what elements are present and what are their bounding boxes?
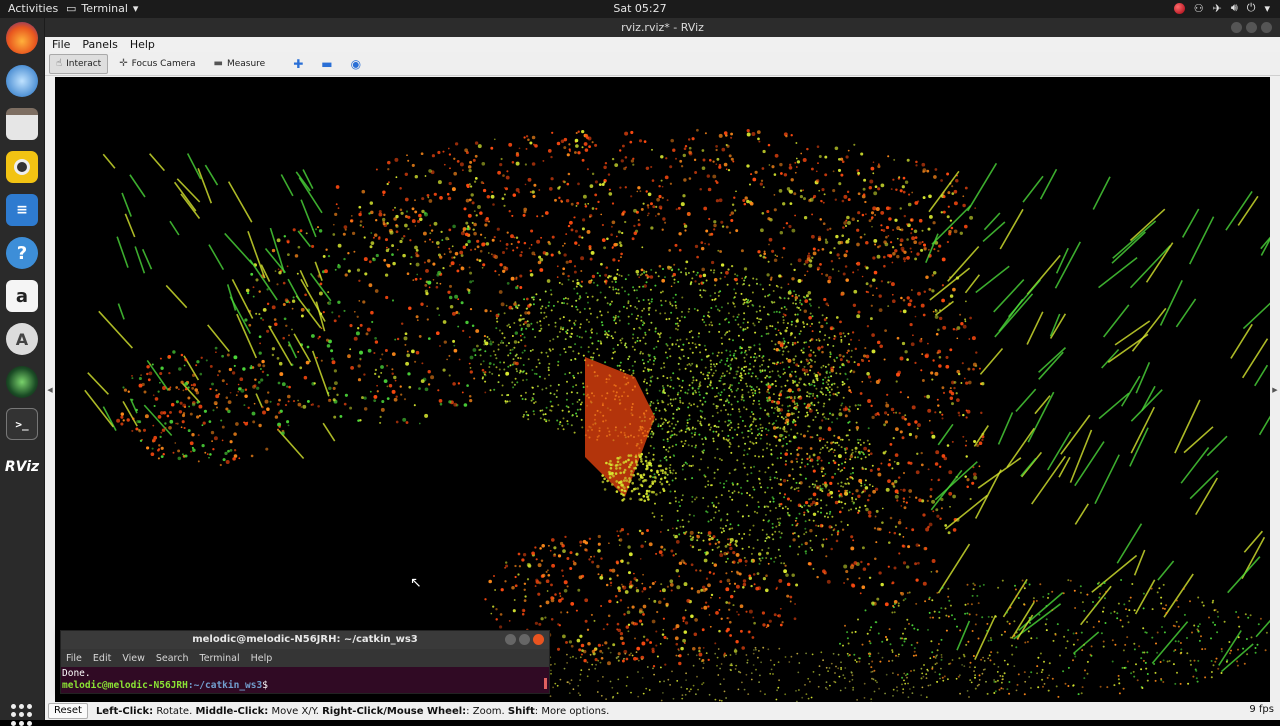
chevron-down-icon: ▾ [132, 2, 139, 15]
point-cloud [84, 128, 1270, 702]
left-panel-collapse-handle[interactable]: ◀ [45, 77, 55, 702]
menu-file[interactable]: File [52, 38, 70, 51]
window-controls [1231, 22, 1272, 33]
camera-type-button[interactable]: ◉ [344, 54, 368, 74]
hint-key-left: Left-Click: [95, 705, 154, 717]
software-updater-icon[interactable]: A [6, 323, 38, 355]
terminal-icon[interactable]: >_ [6, 408, 38, 440]
firefox-icon[interactable] [6, 22, 38, 54]
prompt-path: :~/catkin_ws3 [187, 680, 263, 691]
plus-icon: ✚ [293, 56, 304, 71]
hint-text-left: Rotate. [153, 705, 196, 717]
crosshair-icon: ✛ [119, 58, 128, 69]
recording-icon[interactable] [1173, 2, 1185, 14]
add-tool-button[interactable]: ✚ [286, 54, 310, 74]
top-bar: Activities ▭ Terminal ▾ Sat 05:27 ⚇ ✈ 🔊︎… [0, 0, 1280, 18]
hint-key-right: Right-Click/Mouse Wheel: [322, 705, 467, 717]
chevron-down-icon[interactable]: ▾ [1264, 2, 1270, 15]
terminal-title: melodic@melodic-N56JRH: ~/catkin_ws3 [192, 634, 418, 645]
terminal-window[interactable]: melodic@melodic-N56JRH: ~/catkin_ws3 Fil… [60, 630, 550, 694]
terminal-prompt-line: melodic@melodic-N56JRH:~/catkin_ws3$ [62, 680, 549, 692]
accessibility-icon[interactable]: ⚇ [1194, 2, 1204, 15]
terminal-menu-help[interactable]: Help [251, 653, 273, 664]
window-title-bar[interactable]: rviz.rviz* - RViz [45, 18, 1280, 37]
terminal-line: Done. [62, 668, 91, 679]
app-menu-label: Terminal [81, 2, 128, 15]
status-bar: Reset Left-Click: Rotate. Middle-Click: … [45, 702, 1280, 720]
fps-readout: 9 fps [1249, 704, 1274, 715]
interact-tool-button[interactable]: ☝ Interact [49, 53, 109, 74]
window-title: rviz.rviz* - RViz [621, 21, 704, 34]
maximize-icon[interactable] [519, 634, 530, 645]
prompt-user: melodic@melodic-N56JRH [62, 680, 188, 691]
hint-text-shift: : More options. [534, 705, 610, 717]
hint-text-right: : Zoom. [466, 705, 508, 717]
terminal-menu-bar: File Edit View Search Terminal Help [61, 649, 549, 667]
reset-button[interactable]: Reset [48, 703, 88, 719]
show-applications-icon[interactable] [11, 704, 33, 726]
hint-key-shift: Shift [507, 705, 535, 717]
minus-icon: ▬ [321, 56, 333, 71]
terminal-window-controls [505, 634, 544, 645]
menu-panels[interactable]: Panels [82, 38, 117, 51]
rhythmbox-icon[interactable] [6, 151, 38, 183]
app-menu[interactable]: ▭ Terminal ▾ [66, 2, 138, 15]
rviz-icon[interactable]: RViz [5, 451, 39, 483]
focus-camera-label: Focus Camera [131, 58, 196, 69]
minimize-icon[interactable] [505, 634, 516, 645]
amazon-icon[interactable]: a [6, 280, 38, 312]
remove-tool-button[interactable]: ▬ [314, 54, 339, 74]
clock[interactable]: Sat 05:27 [613, 2, 666, 15]
volume-icon[interactable]: 🔊︎ [1231, 1, 1238, 15]
thunderbird-icon[interactable] [6, 65, 38, 97]
airplane-icon[interactable]: ✈ [1213, 2, 1222, 15]
terminal-cursor [544, 678, 547, 689]
close-icon[interactable] [1261, 22, 1272, 33]
tool-bar: ☝ Interact ✛ Focus Camera ▬ Measure ✚ ▬ … [45, 52, 1280, 76]
terminal-menu-file[interactable]: File [66, 653, 82, 664]
terminal-title-bar[interactable]: melodic@melodic-N56JRH: ~/catkin_ws3 [61, 631, 549, 649]
hand-icon: ☝ [56, 58, 63, 69]
right-panel-collapse-handle[interactable]: ▶ [1270, 77, 1280, 702]
system-tray[interactable]: ⚇ ✈ 🔊︎ ⏻ ▾ [1173, 1, 1270, 15]
measure-label: Measure [226, 58, 266, 69]
focus-camera-button[interactable]: ✛ Focus Camera [112, 54, 202, 74]
terminal-menu-search[interactable]: Search [156, 653, 189, 664]
menu-bar: File Panels Help [45, 37, 1280, 52]
mouse-pointer-icon: ↖ [410, 575, 422, 591]
3d-viewport[interactable]: ↖ [55, 77, 1270, 702]
dock: ≡ ? a A >_ RViz [0, 18, 45, 726]
minimize-icon[interactable] [1231, 22, 1242, 33]
terminal-output[interactable]: Done. melodic@melodic-N56JRH:~/catkin_ws… [61, 667, 549, 692]
mouse-hint: Left-Click: Rotate. Middle-Click: Move X… [96, 706, 609, 717]
camera-app-icon[interactable] [6, 366, 38, 398]
writer-icon[interactable]: ≡ [6, 194, 38, 226]
ruler-icon: ▬ [213, 58, 223, 69]
clock-container: Sat 05:27 [0, 2, 1280, 15]
eye-icon: ◉ [350, 56, 362, 71]
help-icon[interactable]: ? [6, 237, 38, 269]
hint-text-middle: Move X/Y. [268, 705, 323, 717]
terminal-menu-view[interactable]: View [122, 653, 145, 664]
close-icon[interactable] [533, 634, 544, 645]
files-icon[interactable] [6, 108, 38, 140]
menu-help[interactable]: Help [130, 38, 155, 51]
terminal-menu-edit[interactable]: Edit [93, 653, 111, 664]
measure-button[interactable]: ▬ Measure [207, 54, 273, 74]
terminal-menu-terminal[interactable]: Terminal [200, 653, 240, 664]
activities-button[interactable]: Activities [8, 2, 58, 15]
rviz-window: rviz.rviz* - RViz File Panels Help ☝ Int… [45, 18, 1280, 720]
prompt-symbol: $ [262, 680, 268, 691]
hint-key-middle: Middle-Click: [195, 705, 269, 717]
interact-label: Interact [66, 58, 102, 69]
power-icon[interactable]: ⏻ [1247, 1, 1256, 15]
maximize-icon[interactable] [1246, 22, 1257, 33]
terminal-app-icon: ▭ [66, 2, 77, 15]
